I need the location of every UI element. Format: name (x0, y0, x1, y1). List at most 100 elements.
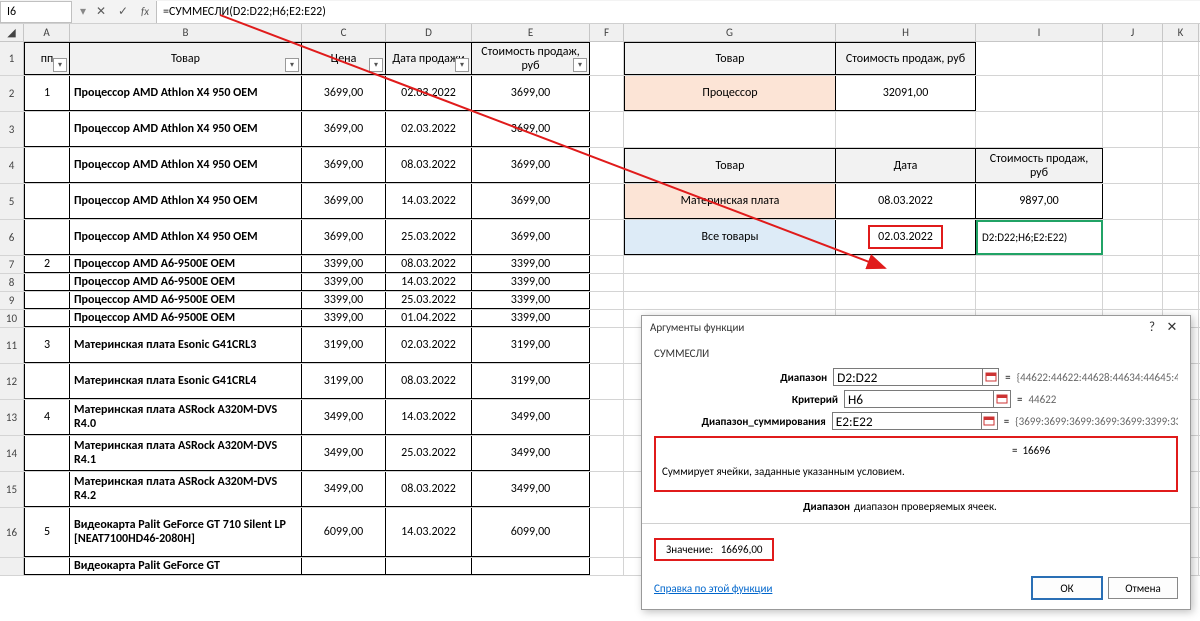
cell[interactable] (590, 472, 624, 507)
cell[interactable]: 6099,00 (472, 508, 590, 557)
collapse-dialog-icon[interactable] (993, 390, 1011, 408)
col-header[interactable]: J (1103, 24, 1163, 41)
cell[interactable]: 3699,00 (302, 76, 386, 111)
col-header[interactable]: I (976, 24, 1103, 41)
arg-input-sumrange[interactable] (832, 412, 982, 430)
cell[interactable]: 3399,00 (302, 292, 386, 309)
cell[interactable]: 6099,00 (302, 508, 386, 557)
cell[interactable]: 3699,00 (472, 184, 590, 219)
cell[interactable]: Все товары (624, 220, 836, 255)
cell[interactable] (836, 256, 976, 273)
col-header[interactable]: B (70, 24, 302, 41)
cell[interactable] (590, 256, 624, 273)
cell[interactable] (624, 292, 836, 309)
row-header[interactable]: 2 (0, 76, 24, 111)
collapse-dialog-icon[interactable] (981, 412, 998, 430)
cell[interactable]: 08.03.2022 (386, 148, 472, 183)
cell[interactable] (590, 76, 624, 111)
cell[interactable]: 3499,00 (302, 472, 386, 507)
cell[interactable]: 3699,00 (302, 112, 386, 147)
cell[interactable] (24, 558, 70, 575)
cell[interactable] (590, 364, 624, 399)
cell[interactable] (624, 112, 836, 147)
cell[interactable] (590, 274, 624, 291)
table-header[interactable]: Стоимость продаж, руб (472, 42, 590, 75)
cell[interactable]: 3699,00 (472, 112, 590, 147)
cell[interactable]: 5 (24, 508, 70, 557)
cell[interactable]: Материнская плата Esonic G41CRL3 (70, 328, 302, 363)
cell[interactable]: 08.03.2022 (386, 364, 472, 399)
cell[interactable] (976, 112, 1103, 147)
cell[interactable]: 3499,00 (472, 472, 590, 507)
filter-button[interactable] (285, 58, 299, 72)
filter-button[interactable] (573, 58, 587, 72)
cell[interactable]: 2 (24, 256, 70, 273)
cell[interactable]: 02.03.2022 (386, 76, 472, 111)
cell-h6[interactable]: 02.03.2022 (836, 220, 976, 255)
table-header[interactable]: Товар (70, 42, 302, 75)
cell[interactable]: 3399,00 (472, 292, 590, 309)
cell[interactable]: 08.03.2022 (386, 472, 472, 507)
cell[interactable]: 08.03.2022 (386, 256, 472, 273)
cell[interactable] (24, 112, 70, 147)
row-header[interactable]: 16 (0, 508, 24, 557)
cell[interactable]: 9897,00 (976, 184, 1103, 219)
name-box-dropdown[interactable]: ▾ (76, 4, 90, 19)
cell[interactable]: 3499,00 (472, 400, 590, 435)
cell[interactable]: 3199,00 (302, 328, 386, 363)
col-header[interactable]: A (24, 24, 70, 41)
cell[interactable] (24, 148, 70, 183)
ok-button[interactable]: ОК (1032, 577, 1102, 599)
cell[interactable] (1163, 292, 1199, 309)
cell[interactable] (976, 76, 1103, 111)
cell[interactable]: 3699,00 (472, 148, 590, 183)
table-header[interactable]: Стоимость продаж, руб (836, 42, 976, 75)
cell[interactable]: Материнская плата Esonic G41CRL4 (70, 364, 302, 399)
cell[interactable] (590, 42, 624, 75)
cell[interactable]: 3399,00 (472, 274, 590, 291)
cell[interactable] (24, 436, 70, 471)
row-header[interactable]: 12 (0, 364, 24, 399)
cell[interactable] (836, 112, 976, 147)
cell[interactable] (1103, 112, 1163, 147)
cell[interactable] (1163, 42, 1199, 75)
cell[interactable]: 25.03.2022 (386, 436, 472, 471)
table-header[interactable]: Дата продажи (386, 42, 472, 75)
cell[interactable]: Материнская плата ASRock A320M-DVS R4.2 (70, 472, 302, 507)
cell[interactable]: 4 (24, 400, 70, 435)
cell[interactable]: Материнская плата (624, 184, 836, 219)
cell[interactable] (1163, 112, 1199, 147)
filter-button[interactable] (369, 58, 383, 72)
cell[interactable] (24, 364, 70, 399)
help-link[interactable]: Справка по этой функции (654, 582, 772, 595)
cell[interactable]: Материнская плата ASRock A320M-DVS R4.1 (70, 436, 302, 471)
cell[interactable]: Процессор (624, 76, 836, 111)
cell[interactable]: Процессор AMD Athlon X4 950 OEM (70, 184, 302, 219)
row-header[interactable]: 11 (0, 328, 24, 363)
cell[interactable]: 3399,00 (302, 274, 386, 291)
filter-button[interactable] (455, 58, 469, 72)
cell[interactable]: 02.03.2022 (386, 328, 472, 363)
cell[interactable]: 25.03.2022 (386, 220, 472, 255)
cell[interactable] (1163, 76, 1199, 111)
cell[interactable] (24, 184, 70, 219)
row-header[interactable]: 6 (0, 220, 24, 255)
filter-button[interactable] (53, 58, 67, 72)
cell[interactable]: 3199,00 (472, 364, 590, 399)
cell[interactable] (1163, 220, 1199, 255)
cell[interactable] (624, 256, 836, 273)
cell[interactable]: 3699,00 (472, 76, 590, 111)
cell[interactable]: Видеокарта Palit GeForce GT (70, 558, 302, 575)
cell[interactable] (1103, 184, 1163, 219)
cell[interactable]: 3399,00 (302, 310, 386, 327)
cell[interactable]: 3699,00 (302, 148, 386, 183)
arg-input-criteria[interactable] (844, 390, 994, 408)
arg-input-range[interactable] (833, 368, 983, 386)
cell[interactable]: Процессор AMD A6-9500E OEM (70, 310, 302, 327)
cell[interactable] (24, 292, 70, 309)
cell[interactable] (590, 436, 624, 471)
cell[interactable] (1163, 148, 1199, 183)
cell[interactable] (1103, 220, 1163, 255)
cell[interactable] (24, 310, 70, 327)
cell[interactable]: 3699,00 (302, 220, 386, 255)
